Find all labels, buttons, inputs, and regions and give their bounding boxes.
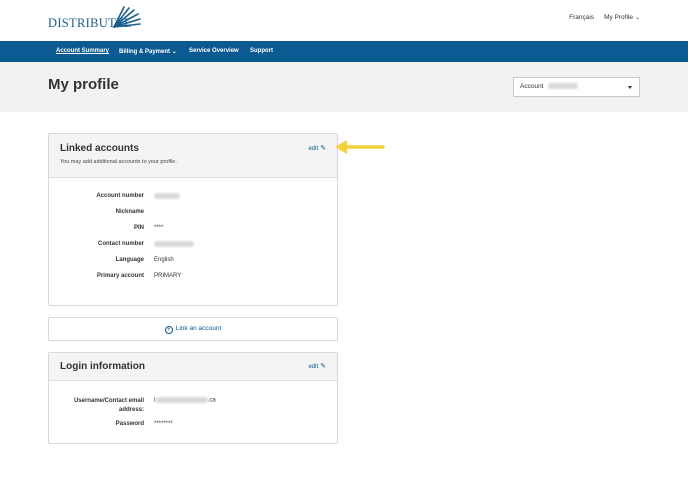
site-header: DISTRIBUTEL Français My Profile ⌄	[0, 0, 688, 41]
login-info-card: Login information edit ✎ Username/Contact…	[48, 352, 338, 444]
label-email: Username/Contact email address:	[44, 397, 144, 415]
label-nickname: Nickname	[115, 209, 144, 215]
linked-accounts-subtitle: You may add additional accounts to your …	[60, 159, 177, 165]
linked-accounts-title: Linked accounts	[60, 143, 139, 154]
login-info-title: Login information	[60, 361, 145, 372]
label-account-number: Account number	[96, 193, 144, 199]
yellow-arrow-icon	[335, 140, 385, 154]
caret-down-icon	[628, 86, 632, 89]
nav-account-summary[interactable]: Account Summary	[56, 48, 109, 54]
main-nav: Account Summary Billing & Payment ⌄ Serv…	[0, 41, 688, 62]
nav-billing-label: Billing & Payment	[119, 49, 171, 55]
my-profile-menu[interactable]: My Profile ⌄	[604, 14, 640, 21]
link-account-button[interactable]: + Link an account	[48, 317, 338, 341]
language-link[interactable]: Français	[569, 14, 594, 21]
nav-support[interactable]: Support	[250, 48, 273, 54]
label-email-line2: address:	[118, 407, 144, 413]
edit-label: edit	[308, 364, 319, 370]
label-contact-number: Contact number	[97, 241, 144, 247]
email-suffix: .ca	[207, 397, 216, 404]
pencil-icon: ✎	[320, 363, 326, 370]
redacted-email	[155, 397, 208, 403]
value-contact-number	[154, 241, 194, 248]
distributel-logo[interactable]: DISTRIBUTEL	[48, 6, 141, 32]
plus-circle-icon: +	[164, 326, 173, 334]
link-account-label: Link an account	[175, 325, 222, 332]
value-email: t .ca	[154, 397, 216, 404]
linked-accounts-header: Linked accounts You may add additional a…	[49, 134, 337, 178]
redacted-value	[154, 193, 180, 199]
value-pin: ****	[154, 225, 164, 231]
login-info-header: Login information edit ✎	[49, 353, 337, 381]
label-pin: PIN	[133, 225, 144, 231]
label-email-line1: Username/Contact email	[73, 398, 144, 404]
chevron-down-icon: ⌄	[634, 15, 640, 21]
login-info-edit-link[interactable]: edit ✎	[308, 362, 326, 370]
label-password: Password	[115, 421, 144, 427]
edit-label: edit	[308, 146, 319, 152]
value-language: English	[154, 257, 174, 263]
account-select[interactable]: Account	[513, 77, 640, 97]
page-banner: My profile Account	[0, 62, 688, 112]
top-links: Français My Profile ⌄	[569, 14, 640, 21]
label-language: Language	[115, 257, 144, 263]
page-title: My profile	[48, 76, 119, 93]
redacted-value	[154, 241, 194, 247]
value-primary-account: PRIMARY	[154, 273, 182, 279]
chevron-down-icon: ⌄	[171, 49, 177, 55]
nav-billing-payment[interactable]: Billing & Payment ⌄	[119, 48, 177, 55]
value-account-number	[154, 193, 180, 200]
my-profile-label: My Profile	[604, 14, 633, 21]
label-primary-account: Primary account	[96, 273, 144, 279]
linked-accounts-card: Linked accounts You may add additional a…	[48, 133, 338, 306]
redacted-account	[548, 83, 579, 90]
pencil-icon: ✎	[320, 145, 326, 152]
value-password: ********	[154, 421, 173, 427]
logo-fan-icon	[113, 6, 141, 28]
nav-service-overview[interactable]: Service Overview	[189, 48, 239, 54]
linked-accounts-edit-link[interactable]: edit ✎	[308, 144, 326, 152]
account-select-label: Account	[520, 83, 544, 90]
